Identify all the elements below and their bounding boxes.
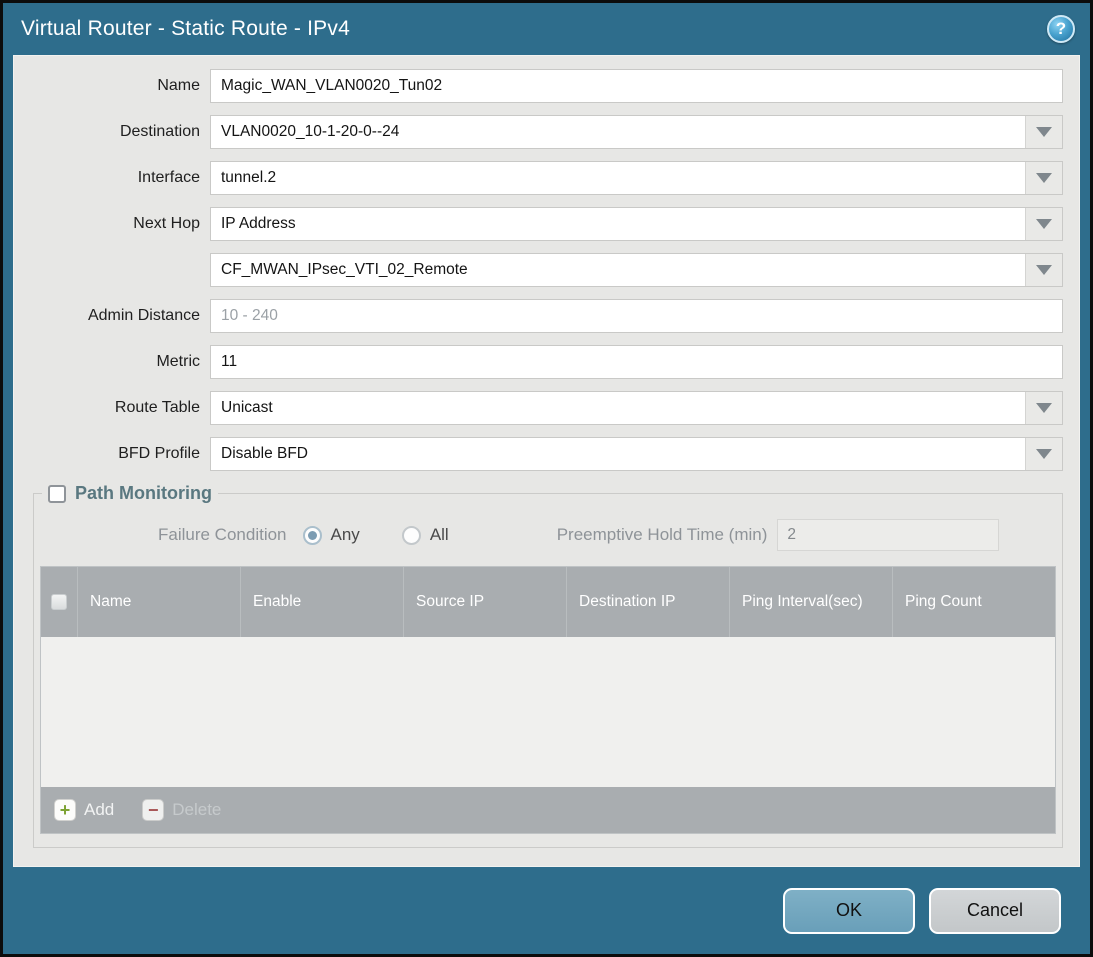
radio-dot [308,531,317,540]
chevron-down-icon [1036,173,1052,183]
ok-button[interactable]: OK [783,888,915,934]
failure-condition-label: Failure Condition [158,525,287,545]
preemptive-hold-time-label: Preemptive Hold Time (min) [557,525,768,545]
bfd-profile-field-wrap [210,437,1063,471]
help-icon[interactable]: ? [1047,15,1075,43]
table-body-empty [41,637,1055,787]
form-row-metric: Metric [14,345,1063,379]
help-icon-glyph: ? [1056,19,1066,39]
table-header-name: Name [77,567,240,637]
next-hop-address-field-wrap [210,253,1063,287]
form-row-interface: Interface [14,161,1063,195]
next-hop-dropdown-button[interactable] [1025,208,1062,240]
next-hop-label: Next Hop [14,215,210,233]
delete-button-label: Delete [172,800,221,820]
form-row-route-table: Route Table [14,391,1063,425]
table-header-ping-count: Ping Count [892,567,1055,637]
next-hop-address-input[interactable] [211,254,1025,286]
admin-distance-input[interactable] [211,300,1062,332]
route-table-input[interactable] [211,392,1025,424]
form-row-admin-distance: Admin Distance [14,299,1063,333]
destination-input[interactable] [211,116,1025,148]
failure-condition-all-radio[interactable] [402,526,421,545]
path-monitoring-section: Path Monitoring Failure Condition Any Al… [33,483,1063,848]
failure-condition-all-label[interactable]: All [430,525,449,545]
destination-dropdown-button[interactable] [1025,116,1062,148]
failure-condition-any-radio[interactable] [303,526,322,545]
admin-distance-field-wrap [210,299,1063,333]
preemptive-hold-time-input[interactable] [777,519,999,551]
add-button[interactable]: + Add [54,799,114,821]
metric-input[interactable] [211,346,1062,378]
destination-field-wrap [210,115,1063,149]
dialog-content: Name Destination Interface [13,55,1080,867]
failure-condition-row: Failure Condition Any All Preemptive Hol… [40,517,1056,553]
bfd-profile-dropdown-button[interactable] [1025,438,1062,470]
cancel-button[interactable]: Cancel [929,888,1061,934]
form-row-name: Name [14,69,1063,103]
table-header-enable: Enable [240,567,403,637]
chevron-down-icon [1036,265,1052,275]
metric-label: Metric [14,353,210,371]
form-row-destination: Destination [14,115,1063,149]
name-field-wrap [210,69,1063,103]
chevron-down-icon [1036,403,1052,413]
interface-field-wrap [210,161,1063,195]
admin-distance-label: Admin Distance [14,307,210,325]
next-hop-address-dropdown-button[interactable] [1025,254,1062,286]
bfd-profile-input[interactable] [211,438,1025,470]
table-header-ping-interval: Ping Interval(sec) [729,567,892,637]
select-all-checkbox[interactable] [51,594,67,610]
path-monitoring-title: Path Monitoring [75,483,212,504]
failure-condition-any-label[interactable]: Any [331,525,360,545]
interface-dropdown-button[interactable] [1025,162,1062,194]
name-input[interactable] [211,70,1062,102]
route-table-label: Route Table [14,399,210,417]
delete-minus-icon: − [142,799,164,821]
table-header-source-ip: Source IP [403,567,566,637]
add-button-label: Add [84,800,114,820]
interface-input[interactable] [211,162,1025,194]
route-table-field-wrap [210,391,1063,425]
form-row-bfd-profile: BFD Profile [14,437,1063,471]
table-header-destination-ip: Destination IP [566,567,729,637]
metric-field-wrap [210,345,1063,379]
chevron-down-icon [1036,219,1052,229]
chevron-down-icon [1036,127,1052,137]
form-row-next-hop-address [14,253,1063,287]
table-toolbar: + Add − Delete [41,787,1055,833]
chevron-down-icon [1036,449,1052,459]
static-route-dialog: Virtual Router - Static Route - IPv4 ? N… [0,0,1093,957]
table-header-checkbox-cell [41,567,77,637]
add-plus-icon: + [54,799,76,821]
dialog-titlebar: Virtual Router - Static Route - IPv4 ? [3,3,1090,55]
dialog-button-bar: OK Cancel [3,867,1090,954]
path-monitoring-checkbox[interactable] [48,485,66,503]
next-hop-field-wrap [210,207,1063,241]
next-hop-type-input[interactable] [211,208,1025,240]
bfd-profile-label: BFD Profile [14,445,210,463]
path-monitoring-table: Name Enable Source IP Destination IP Pin… [40,566,1056,834]
route-table-dropdown-button[interactable] [1025,392,1062,424]
destination-label: Destination [14,123,210,141]
name-label: Name [14,77,210,95]
dialog-title: Virtual Router - Static Route - IPv4 [21,17,350,41]
form-row-next-hop: Next Hop [14,207,1063,241]
path-monitoring-legend: Path Monitoring [42,483,218,504]
delete-button[interactable]: − Delete [142,799,221,821]
interface-label: Interface [14,169,210,187]
table-header-row: Name Enable Source IP Destination IP Pin… [41,567,1055,637]
